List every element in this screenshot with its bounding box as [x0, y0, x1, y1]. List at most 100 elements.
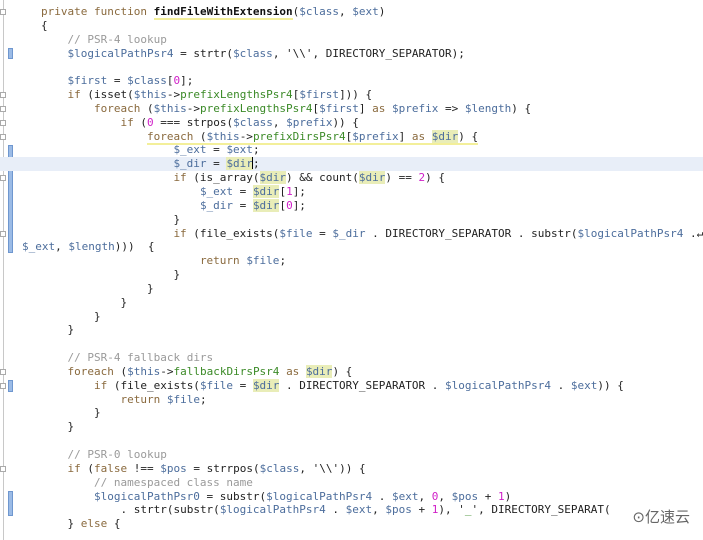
code-line[interactable]: . strtr(substr($logicalPathPsr4 . $ext, … [41, 503, 703, 517]
fold-toggle-icon[interactable] [0, 369, 6, 376]
code-token: findFileWithExtension [153, 5, 293, 20]
code-token: ]; [292, 198, 306, 212]
code-line[interactable]: } [41, 310, 703, 324]
code-editor[interactable]: private function findFileWithExtension ( $… [0, 5, 703, 531]
code-line[interactable]: } [41, 406, 703, 420]
code-line[interactable]: if (0 === strpos($class, $prefix)) { [41, 116, 703, 130]
code-line[interactable]: $logicalPathPsr0 = substr($logicalPathPs… [41, 490, 703, 504]
code-token: // namespaced class name [93, 475, 253, 489]
code-token: ) == [385, 171, 419, 185]
code-token: (is_array( [186, 171, 260, 185]
code-token: -> [160, 364, 174, 378]
code-line[interactable]: $first = $class[0]; [41, 74, 703, 88]
code-line[interactable]: if (isset($this->prefixLengthsPsr4[$firs… [41, 88, 703, 102]
code-token: === strpos( [153, 115, 234, 129]
code-token: => [438, 101, 465, 115]
code-line[interactable] [41, 60, 703, 74]
code-token: , [438, 489, 452, 503]
fold-toggle-icon[interactable] [0, 105, 6, 112]
code-line[interactable]: foreach ($this->prefixDirsPsr4[$prefix] … [41, 129, 703, 145]
code-token: $logicalPathPsr4 [577, 226, 684, 240]
code-line[interactable]: if (file_exists($file = $dir . DIRECTORY… [41, 378, 703, 393]
fold-toggle-icon[interactable] [0, 92, 6, 99]
code-line[interactable]: // PSR-0 lookup [41, 448, 703, 462]
code-line[interactable]: if (false !== $pos = strrpos($class, '\\… [41, 462, 703, 476]
fold-toggle-icon[interactable] [0, 133, 6, 140]
code-line[interactable]: $_ext, $length))) { [22, 240, 703, 254]
code-token: foreach [67, 364, 114, 378]
code-line-content: if (false !== $pos = strrpos($class, '\\… [41, 461, 365, 475]
code-line[interactable]: } else { [41, 517, 703, 531]
code-token: { [107, 517, 121, 531]
fold-toggle-icon[interactable] [0, 382, 6, 389]
code-token: -> [239, 129, 253, 145]
code-line-content: private function findFileWithExtension($… [41, 5, 385, 20]
code-token: $this [206, 129, 240, 145]
code-token: private function [41, 5, 154, 18]
code-line[interactable]: $_dir = $dir[0]; [41, 198, 703, 213]
code-token: , '\\', DIRECTORY_SEPARATOR); [272, 46, 465, 60]
code-line-content: if (0 === strpos($class, $prefix)) { [41, 115, 358, 129]
code-token: ; [279, 254, 287, 268]
code-token: $pos [160, 461, 187, 475]
code-token: as [411, 129, 426, 145]
code-token: $dir [305, 364, 333, 378]
code-line[interactable]: return $file; [41, 393, 703, 407]
code-line[interactable]: $logicalPathPsr4 = strtr($class, '\\', D… [41, 47, 703, 61]
code-token: $class [259, 461, 300, 475]
code-token: = [312, 226, 333, 240]
code-line-content: } [41, 213, 180, 226]
code-line-content: } [41, 420, 74, 433]
code-token: (isset( [80, 88, 134, 102]
code-token: return [199, 254, 240, 268]
fold-toggle-icon[interactable] [0, 119, 6, 126]
code-token: $first [67, 74, 108, 88]
code-line[interactable]: { [41, 19, 703, 33]
code-token: $this [127, 364, 161, 378]
fold-toggle-icon[interactable] [0, 466, 6, 473]
code-line[interactable] [41, 434, 703, 448]
code-line[interactable]: $_ext = $ext; [41, 143, 703, 157]
code-line-content: foreach ($this->fallbackDirsPsr4 as $dir… [41, 364, 352, 378]
code-token: if [173, 226, 187, 240]
code-line[interactable]: } [41, 282, 703, 296]
code-line[interactable]: return $file; [41, 254, 703, 268]
code-line[interactable]: } [41, 420, 703, 434]
code-token: } [146, 281, 154, 295]
code-line[interactable]: if (file_exists($file = $_dir . DIRECTOR… [41, 227, 703, 241]
code-token: $dir [259, 171, 287, 185]
code-token: ) [504, 489, 512, 503]
code-line[interactable]: foreach ($this->fallbackDirsPsr4 as $dir… [41, 364, 703, 379]
code-token: ) { [511, 101, 532, 115]
code-line[interactable]: } [41, 296, 703, 310]
code-line[interactable] [41, 337, 703, 351]
code-token: ]; [180, 74, 194, 88]
fold-toggle-icon[interactable] [0, 175, 6, 182]
code-line[interactable]: if (is_array($dir) && count($dir) == 2) … [41, 171, 703, 185]
code-token: (file_exists( [186, 226, 280, 240]
code-line[interactable]: // namespaced class name [41, 476, 703, 490]
fold-toggle-icon[interactable] [0, 230, 6, 237]
code-token: prefixLengthsPsr4 [199, 101, 313, 115]
code-line[interactable]: } [41, 213, 703, 227]
code-line[interactable]: // PSR-4 fallback dirs [41, 351, 703, 365]
code-line[interactable]: // PSR-4 lookup [41, 33, 703, 47]
code-token: if [173, 171, 187, 185]
code-token: = strtr( [173, 46, 234, 60]
code-token: $dir [252, 198, 280, 212]
code-line[interactable]: private function findFileWithExtension($… [41, 5, 703, 20]
code-token: = [233, 184, 253, 198]
code-token: $file [166, 392, 200, 406]
code-line[interactable]: $_ext = $dir[1]; [41, 184, 703, 199]
code-line[interactable]: } [41, 323, 703, 337]
fold-toggle-icon[interactable] [0, 9, 6, 15]
code-token: { [41, 18, 48, 32]
code-line[interactable]: $_dir = $dir; [0, 157, 703, 172]
code-line[interactable]: } [41, 268, 703, 282]
editor-gutter [0, 0, 18, 540]
code-line[interactable]: foreach ($this->prefixLengthsPsr4[$first… [41, 102, 703, 116]
code-token: ( [133, 115, 147, 129]
code-token: . strtr(substr( [120, 503, 220, 517]
code-token: 1 [498, 489, 505, 503]
code-token: $_dir [332, 226, 366, 240]
